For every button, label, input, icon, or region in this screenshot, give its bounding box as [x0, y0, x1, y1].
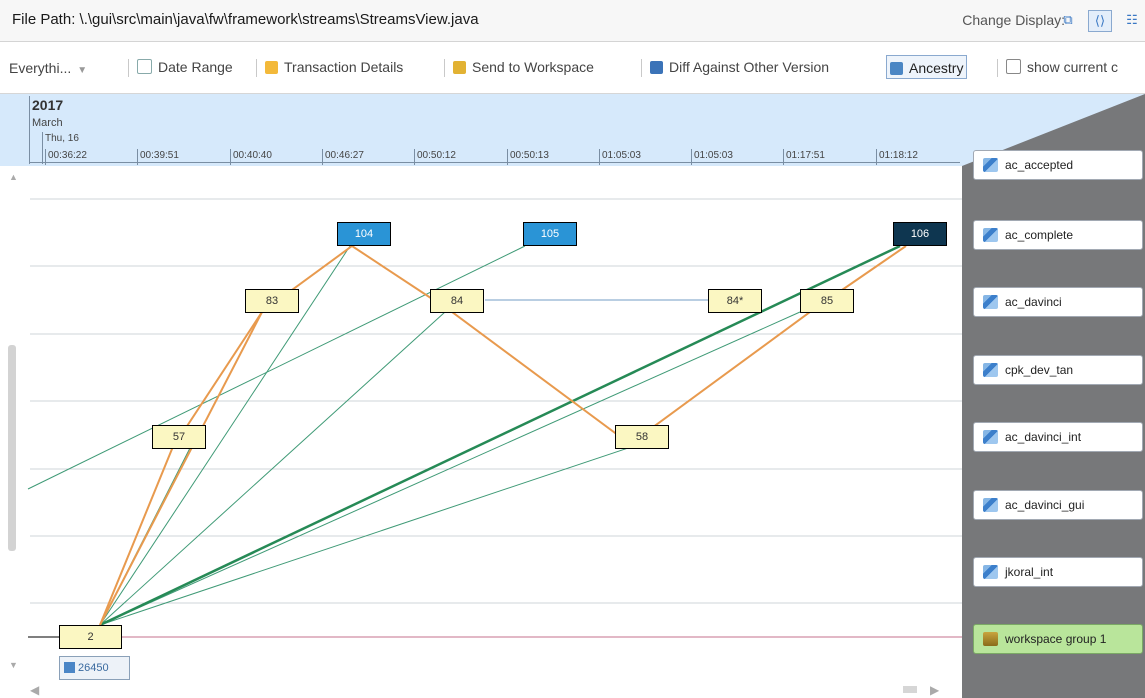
time-label: 00:50:12: [417, 150, 456, 161]
version-node[interactable]: 2: [59, 625, 122, 649]
display-mode-graph-icon[interactable]: ⟨⟩: [1088, 10, 1112, 32]
diff-icon: [650, 61, 663, 74]
date-range-label: Date Range: [158, 59, 233, 75]
time-label: 01:05:03: [602, 150, 641, 161]
time-label: 00:36:22: [48, 150, 87, 161]
transaction-chip[interactable]: 26450: [59, 656, 130, 680]
stream-label: ac_accepted: [1005, 158, 1074, 172]
title-bar: File Path: \.\gui\src\main\java\fw\frame…: [0, 0, 1145, 42]
stream-button[interactable]: ac_accepted: [973, 150, 1143, 180]
stream-icon: [983, 363, 998, 377]
stream-label: cpk_dev_tan: [1005, 363, 1074, 377]
chevron-down-icon: ▼: [77, 65, 88, 76]
stream-icon: [983, 565, 998, 579]
version-node[interactable]: 57: [152, 425, 206, 449]
diff-against-other-version-button[interactable]: Diff Against Other Version: [650, 55, 829, 79]
checkbox-icon: [1006, 59, 1021, 74]
workspace-button[interactable]: workspace group 1: [973, 624, 1143, 654]
toolbar-separator: [256, 59, 257, 77]
file-path: File Path: \.\gui\src\main\java\fw\frame…: [12, 11, 479, 28]
ancestry-icon: [890, 62, 903, 75]
toolbar-separator: [641, 59, 642, 77]
stream-label: workspace group 1: [1005, 632, 1107, 646]
version-node[interactable]: 83: [245, 289, 299, 313]
stream-icon: [983, 498, 998, 512]
workspace-icon: [983, 632, 998, 646]
year-tick: [29, 96, 30, 164]
transaction-icon: [64, 662, 75, 673]
stream-button[interactable]: jkoral_int: [973, 557, 1143, 587]
stream-label: ac_davinci_gui: [1005, 498, 1085, 512]
transaction-details-label: Transaction Details: [284, 59, 404, 75]
version-node[interactable]: 58: [615, 425, 669, 449]
day-tick: [42, 132, 43, 164]
transaction-details-button[interactable]: Transaction Details: [265, 55, 403, 79]
timeline-baseline: [30, 162, 960, 163]
date-range-button[interactable]: Date Range: [137, 55, 233, 79]
stream-button[interactable]: ac_davinci_int: [973, 422, 1143, 452]
display-mode-copy-icon[interactable]: ⧉: [1056, 10, 1080, 32]
ancestry-lines: [27, 245, 801, 626]
version-node[interactable]: 105: [523, 222, 577, 246]
stream-icon: [983, 295, 998, 309]
filter-dropdown[interactable]: Everythi... ▼: [9, 56, 87, 80]
time-label: 00:39:51: [140, 150, 179, 161]
stream-icon: [983, 228, 998, 242]
transaction-number: 26450: [78, 662, 109, 674]
toolbar-separator: [997, 59, 998, 77]
time-label: 01:18:12: [879, 150, 918, 161]
stream-label: ac_complete: [1005, 228, 1074, 242]
time-label: 00:40:40: [233, 150, 272, 161]
version-node[interactable]: 84: [430, 289, 484, 313]
time-label: 01:17:51: [786, 150, 825, 161]
ancestry-line: [99, 443, 641, 626]
ancestry-button[interactable]: Ancestry: [886, 55, 968, 79]
change-display-label: Change Display:: [962, 12, 1065, 28]
transaction-icon: [265, 61, 278, 74]
show-current-label: show current c: [1027, 59, 1119, 75]
stream-label: ac_davinci: [1005, 295, 1062, 309]
stream-icon: [983, 430, 998, 444]
calendar-icon: [137, 59, 152, 74]
timeline-day: Thu, 16: [45, 133, 79, 144]
send-to-workspace-button[interactable]: Send to Workspace: [453, 55, 594, 79]
time-label: 00:46:27: [325, 150, 364, 161]
stream-lane-lines: [30, 198, 962, 604]
toolbar-separator: [128, 59, 129, 77]
filter-value: Everythi...: [9, 60, 72, 76]
ancestry-line: [27, 245, 526, 490]
show-current-checkbox[interactable]: show current c: [1006, 55, 1118, 79]
ancestry-graph: [27, 198, 962, 638]
display-mode-tree-icon[interactable]: ☷: [1120, 10, 1144, 32]
time-label: 01:05:03: [694, 150, 733, 161]
timeline-year: 2017: [32, 97, 64, 113]
ancestry-main-line: [99, 244, 901, 627]
version-node[interactable]: 106: [893, 222, 947, 246]
timeline-month: March: [32, 117, 63, 129]
stream-label: jkoral_int: [1005, 565, 1054, 579]
stream-button[interactable]: cpk_dev_tan: [973, 355, 1143, 385]
stream-label: ac_davinci_int: [1005, 430, 1082, 444]
version-node[interactable]: 104: [337, 222, 391, 246]
stream-button[interactable]: ac_davinci_gui: [973, 490, 1143, 520]
toolbar: Everythi... ▼ Date Range Transaction Deta…: [0, 42, 1145, 94]
send-to-workspace-label: Send to Workspace: [472, 59, 594, 75]
version-node[interactable]: 84*: [708, 289, 762, 313]
streams-panel: [962, 94, 1145, 698]
toolbar-separator: [444, 59, 445, 77]
diff-label: Diff Against Other Version: [669, 59, 830, 75]
stream-icon: [983, 158, 998, 172]
version-node[interactable]: 85: [800, 289, 854, 313]
time-label: 00:50:13: [510, 150, 549, 161]
ancestry-label: Ancestry: [909, 60, 964, 76]
stream-button[interactable]: ac_davinci: [973, 287, 1143, 317]
stream-button[interactable]: ac_complete: [973, 220, 1143, 250]
workspace-icon: [453, 61, 466, 74]
